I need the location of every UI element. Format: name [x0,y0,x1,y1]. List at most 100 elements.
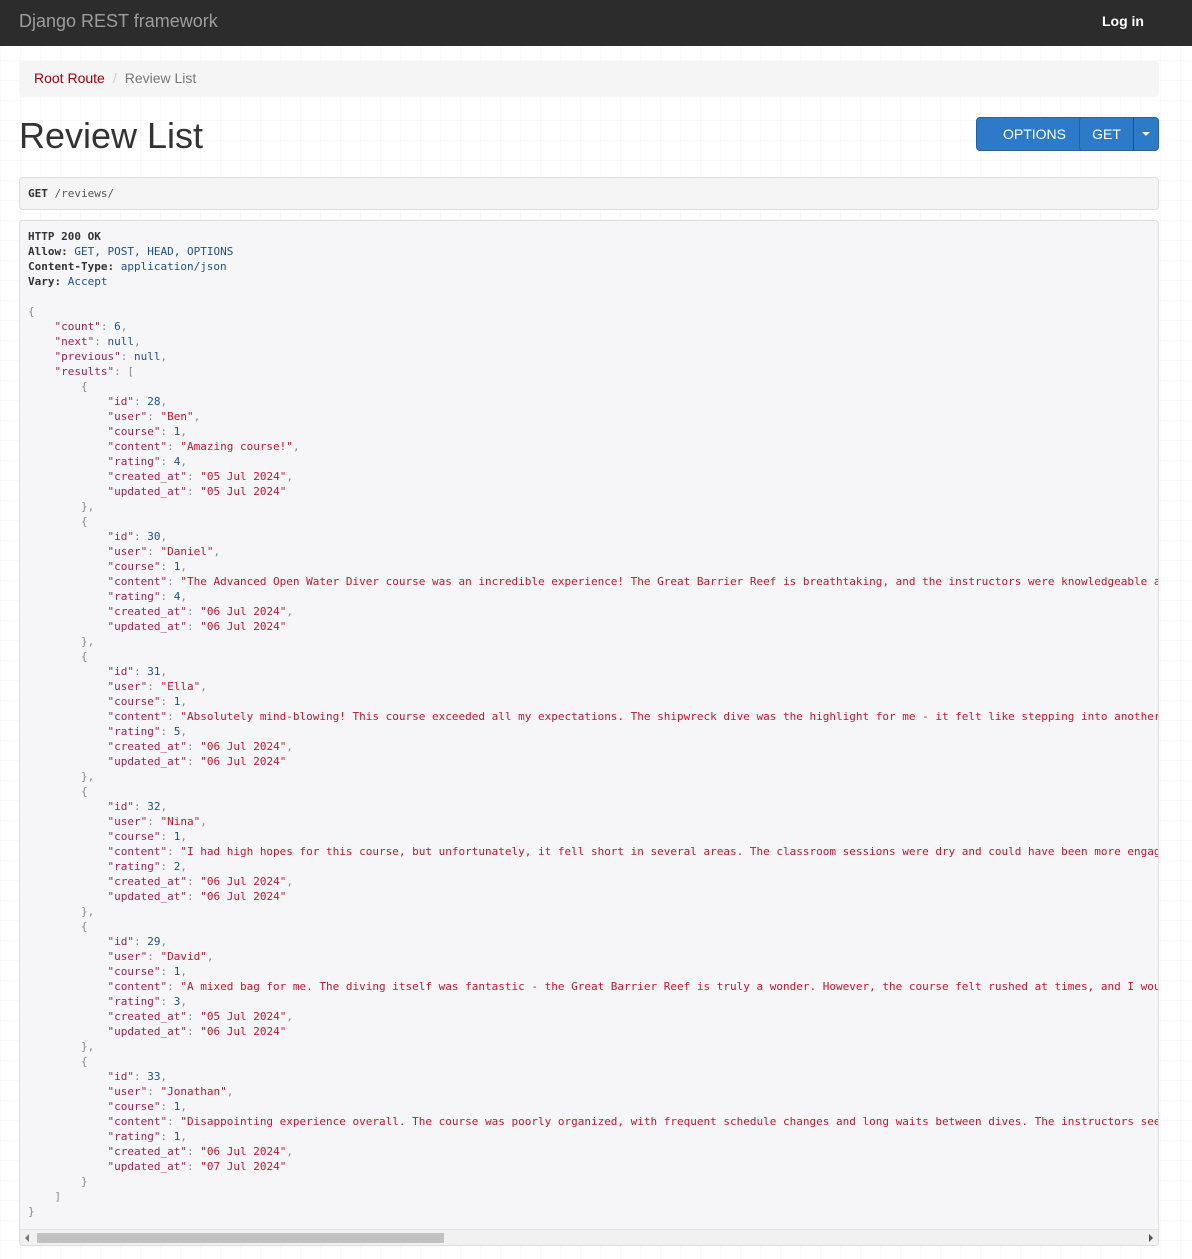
json-punctuation: : [147,815,161,828]
json-key: "created_at" [107,605,187,618]
json-punctuation: } [80,770,88,783]
json-punctuation: { [80,515,88,528]
json-number: 28 [147,395,161,408]
get-dropdown-toggle[interactable] [1133,117,1159,151]
json-punctuation: , [180,725,187,738]
json-punctuation: : [186,620,201,633]
json-punctuation: : [186,470,201,483]
json-punctuation: : [114,365,128,378]
json-string: "David" [160,950,207,963]
json-punctuation: , [180,995,187,1008]
json-punctuation: , [87,905,95,918]
json-string: "Jonathan" [160,1085,227,1098]
json-punctuation: : [160,860,174,873]
login-link[interactable]: Log in [1102,13,1144,29]
json-string: "Daniel" [160,545,214,558]
json-punctuation: : [147,1085,161,1098]
json-string: "06 Jul 2024" [200,1145,287,1158]
json-key: "course" [107,425,161,438]
json-punctuation: : [160,455,174,468]
json-key: "rating" [107,590,161,603]
json-punctuation: , [286,1010,293,1023]
json-string: "06 Jul 2024" [200,1025,287,1038]
json-punctuation: ] [54,1190,62,1203]
json-punctuation: } [80,635,88,648]
json-punctuation: , [180,695,187,708]
json-punctuation: : [167,980,181,993]
json-key: "course" [107,965,161,978]
json-literal: null [133,350,161,363]
json-key: "updated_at" [107,620,187,633]
json-key: "created_at" [107,1145,187,1158]
json-punctuation: { [80,1055,88,1068]
json-string: "I had high hopes for this course, but u… [180,845,1159,858]
options-button[interactable]: OPTIONS [976,117,1093,151]
json-punctuation: , [213,545,221,558]
json-key: "updated_at" [107,755,187,768]
json-punctuation: , [286,470,293,483]
request-method: GET [28,187,48,200]
json-key: "count" [54,320,101,333]
breadcrumb-root-link[interactable]: Root Route [34,70,105,86]
json-key: "rating" [107,860,161,873]
json-punctuation: , [160,1070,168,1083]
json-key: "results" [54,365,115,378]
json-punctuation: , [134,335,141,348]
json-key: "content" [107,1115,168,1128]
json-string: "Amazing course!" [180,440,293,453]
json-key: "user" [107,1085,148,1098]
json-punctuation: : [133,665,148,678]
json-punctuation: [ [127,365,134,378]
json-key: "created_at" [107,1010,187,1023]
json-punctuation: , [180,560,187,573]
json-punctuation: , [180,1100,187,1113]
json-punctuation: : [186,740,201,753]
json-string: "05 Jul 2024" [200,470,287,483]
json-key: "content" [107,845,168,858]
json-punctuation: : [160,1130,174,1143]
json-punctuation: , [226,1085,234,1098]
json-punctuation: , [180,590,187,603]
arrow-left-icon[interactable] [25,1234,29,1242]
json-key: "content" [107,710,168,723]
request-path: /reviews/ [54,187,115,200]
json-string: "Absolutely mind-blowing! This course ex… [180,710,1159,723]
json-punctuation: , [120,320,128,333]
horizontal-scrollbar[interactable] [20,1229,1158,1245]
json-key: "user" [107,950,148,963]
json-punctuation: , [180,425,187,438]
json-key: "created_at" [107,470,187,483]
json-punctuation: , [180,455,187,468]
json-punctuation: , [206,950,214,963]
json-punctuation: } [80,1040,88,1053]
get-button[interactable]: GET [1079,117,1134,151]
brand-link[interactable]: Django REST framework [19,11,218,32]
json-string: "05 Jul 2024" [200,1010,287,1023]
json-number: 29 [147,935,161,948]
json-string: "06 Jul 2024" [200,740,287,753]
json-string: "06 Jul 2024" [200,620,287,633]
arrow-right-icon[interactable] [1149,1234,1153,1242]
json-punctuation: : [120,350,134,363]
json-punctuation: : [160,995,174,1008]
json-punctuation: : [186,1145,201,1158]
json-punctuation: , [200,680,207,693]
scrollbar-thumb[interactable] [37,1233,444,1243]
json-punctuation: { [28,305,35,318]
json-punctuation: { [80,380,88,393]
response-header-key: Allow: [28,245,68,258]
json-key: "rating" [107,725,161,738]
json-punctuation: : [147,410,161,423]
json-punctuation: : [167,1115,181,1128]
json-key: "user" [107,410,148,423]
json-punctuation: , [180,830,187,843]
json-string: "The Advanced Open Water Diver course wa… [180,575,1159,588]
json-punctuation: : [147,680,161,693]
json-punctuation: , [87,500,95,513]
json-key: "id" [107,530,134,543]
json-punctuation: , [193,410,201,423]
json-number: 32 [147,800,161,813]
json-key: "rating" [107,455,161,468]
json-punctuation: , [286,875,293,888]
json-punctuation: : [147,950,161,963]
